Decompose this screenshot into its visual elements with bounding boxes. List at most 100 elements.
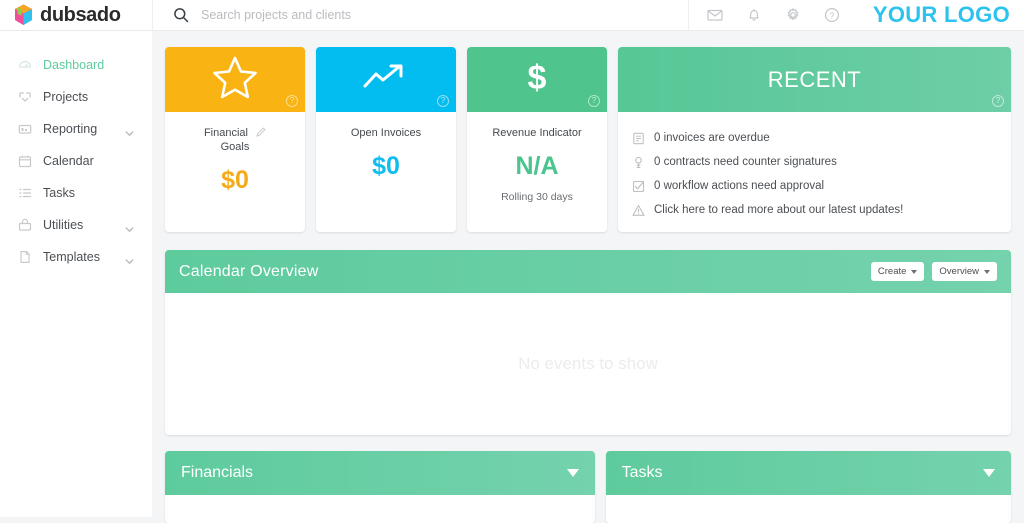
- recent-item-invoices-overdue[interactable]: 0 invoices are overdue: [632, 126, 1011, 150]
- card-title: Open Invoices: [350, 127, 422, 139]
- top-bar: dubsado Search projects and clients ? YO…: [0, 0, 1024, 31]
- brand-name: dubsado: [40, 3, 121, 26]
- templates-icon: [18, 250, 32, 264]
- recent-panel: RECENT ? 0 invoices are overdue 0 contra…: [618, 47, 1011, 232]
- recent-header: RECENT ?: [618, 47, 1011, 112]
- metric-card-row: ? Financial Goals $0 ? Open Invoices $0 …: [152, 31, 1024, 232]
- trend-up-icon: [362, 60, 410, 99]
- financials-title: Financials: [181, 464, 254, 481]
- bottom-panel-row: Financials Tasks: [165, 451, 1011, 523]
- main-content: ? Financial Goals $0 ? Open Invoices $0 …: [152, 31, 1024, 523]
- card-body: Financial Goals $0: [165, 112, 305, 232]
- financials-header[interactable]: Financials: [165, 451, 595, 495]
- envelope-icon[interactable]: [707, 7, 723, 23]
- sidebar-item-label: Projects: [43, 90, 89, 104]
- chevron-down-icon[interactable]: [125, 125, 134, 136]
- help-icon[interactable]: ?: [437, 95, 449, 107]
- card-title: Financial Goals: [173, 126, 297, 154]
- card-title-line1: Financial: [203, 127, 248, 139]
- card-title-line2: Goals: [220, 141, 250, 153]
- help-icon[interactable]: ?: [588, 95, 600, 107]
- tasks-panel: Tasks: [605, 451, 1011, 523]
- card-body: Revenue Indicator N/A Rolling 30 days: [467, 112, 607, 232]
- recent-item-workflow-approval[interactable]: 0 workflow actions need approval: [632, 174, 1011, 198]
- reporting-icon: [18, 122, 32, 136]
- sidebar-item-templates[interactable]: Templates: [0, 241, 152, 273]
- tasks-header[interactable]: Tasks: [605, 451, 1011, 495]
- cube-logo-icon: [14, 4, 33, 26]
- card-value: N/A: [515, 152, 559, 180]
- recent-item-label: 0 workflow actions need approval: [654, 180, 825, 192]
- sidebar-item-label: Utilities: [43, 218, 84, 232]
- metric-card-open-invoices[interactable]: ? Open Invoices $0: [316, 47, 456, 232]
- calendar-overview-header: Calendar Overview Create Overview: [165, 250, 1011, 293]
- overview-button-label: Overview: [939, 266, 979, 277]
- calendar-empty-message: No events to show: [518, 354, 658, 373]
- recent-item-label: 0 invoices are overdue: [654, 132, 770, 144]
- invoice-icon: [632, 132, 645, 145]
- sidebar-item-reporting[interactable]: Reporting: [0, 113, 152, 145]
- sidebar-item-utilities[interactable]: Utilities: [0, 209, 152, 241]
- chevron-down-icon[interactable]: [983, 469, 995, 477]
- chevron-down-icon[interactable]: [566, 469, 579, 477]
- utilities-icon: [18, 218, 32, 232]
- recent-item-contracts-signatures[interactable]: 0 contracts need counter signatures: [632, 150, 1011, 174]
- recent-item-label: 0 contracts need counter signatures: [654, 156, 837, 168]
- gear-icon[interactable]: [785, 7, 801, 23]
- sidebar-item-dashboard[interactable]: Dashboard: [0, 49, 152, 81]
- signature-icon: [632, 156, 645, 169]
- brand-logo[interactable]: dubsado: [0, 4, 152, 27]
- card-value: $0: [221, 166, 249, 194]
- chevron-down-icon[interactable]: [125, 253, 134, 264]
- card-header: $ ?: [467, 47, 607, 112]
- chevron-down-icon: [911, 269, 918, 274]
- projects-icon: [18, 90, 32, 104]
- question-circle-icon[interactable]: ?: [824, 7, 840, 23]
- edit-pencil-icon[interactable]: [256, 127, 266, 137]
- create-button-label: Create: [877, 266, 907, 277]
- sidebar-item-projects[interactable]: Projects: [0, 81, 152, 113]
- calendar-body: No events to show: [165, 293, 1011, 435]
- help-icon[interactable]: ?: [992, 95, 1004, 107]
- recent-list: 0 invoices are overdue 0 contracts need …: [618, 112, 1011, 232]
- sidebar: Dashboard Projects Reporting Calendar Ta…: [0, 31, 152, 517]
- card-body: Open Invoices $0: [316, 112, 456, 232]
- sidebar-item-label: Tasks: [43, 186, 75, 200]
- tasks-body: [605, 495, 1011, 523]
- warning-icon: [632, 204, 645, 217]
- create-button[interactable]: Create: [870, 262, 925, 281]
- sidebar-item-label: Calendar: [43, 154, 94, 168]
- card-header: ?: [316, 47, 456, 112]
- card-title: Revenue Indicator: [492, 127, 582, 139]
- card-header: ?: [165, 47, 305, 112]
- sidebar-item-calendar[interactable]: Calendar: [0, 145, 152, 177]
- overview-button[interactable]: Overview: [932, 262, 997, 281]
- metric-card-financial-goals[interactable]: ? Financial Goals $0: [165, 47, 305, 232]
- sidebar-item-tasks[interactable]: Tasks: [0, 177, 152, 209]
- top-bar-actions: ? YOUR LOGO: [687, 0, 1024, 31]
- recent-item-latest-updates[interactable]: Click here to read more about our latest…: [632, 198, 1011, 222]
- help-icon[interactable]: ?: [286, 95, 298, 107]
- card-subtitle: Rolling 30 days: [501, 191, 573, 203]
- svg-text:$: $: [528, 59, 547, 97]
- chevron-down-icon[interactable]: [125, 221, 134, 232]
- calendar-header-buttons: Create Overview: [870, 262, 997, 281]
- card-value: $0: [372, 152, 400, 180]
- sidebar-item-label: Dashboard: [43, 58, 105, 72]
- recent-item-label: Click here to read more about our latest…: [654, 204, 904, 216]
- bell-icon[interactable]: [746, 7, 762, 23]
- search-input[interactable]: [201, 8, 531, 22]
- search-bar[interactable]: [152, 0, 688, 31]
- svg-text:?: ?: [829, 10, 834, 20]
- financials-body: [165, 495, 595, 523]
- metric-card-revenue-indicator[interactable]: $ ? Revenue Indicator N/A Rolling 30 day…: [467, 47, 607, 232]
- account-logo-text[interactable]: YOUR LOGO: [863, 2, 1010, 28]
- financials-panel: Financials: [165, 451, 595, 523]
- dashboard-icon: [18, 58, 32, 72]
- calendar-overview-panel: Calendar Overview Create Overview No eve…: [165, 250, 1011, 435]
- tasks-title: Tasks: [621, 464, 663, 481]
- sidebar-item-label: Reporting: [43, 122, 98, 136]
- checkbox-icon: [632, 180, 645, 193]
- calendar-icon: [18, 154, 32, 168]
- tasks-icon: [18, 186, 32, 200]
